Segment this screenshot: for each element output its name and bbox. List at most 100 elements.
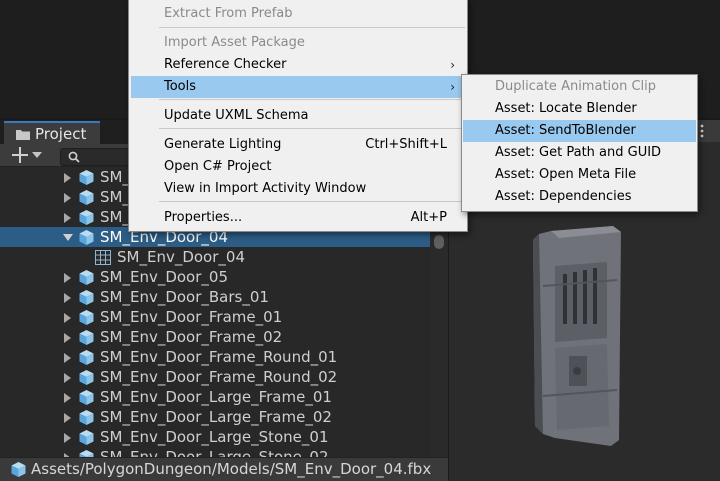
tree-row-label: SM_ xyxy=(100,188,130,206)
tree-row[interactable]: SM_Env_Door_Frame_02 xyxy=(0,327,430,347)
prefab-cube-icon xyxy=(79,430,94,445)
prefab-cube-icon xyxy=(79,330,94,345)
menu-item[interactable]: Update UXML Schema xyxy=(131,105,465,127)
menu-separator xyxy=(159,27,465,28)
menu-separator xyxy=(159,201,465,202)
menu-item[interactable]: View in Import Activity Window xyxy=(131,178,465,200)
context-menu: Extract From Prefab Import Asset Package R… xyxy=(128,0,468,232)
expand-arrow-icon[interactable] xyxy=(64,333,71,343)
prefab-cube-icon xyxy=(79,290,94,305)
prefab-cube-icon xyxy=(79,210,94,225)
tools-submenu: Duplicate Animation Clip Asset: Locate Bl… xyxy=(461,74,698,212)
expand-arrow-icon[interactable] xyxy=(64,313,71,323)
door-model-preview xyxy=(533,226,621,446)
prefab-cube-icon xyxy=(79,270,94,285)
prefab-cube-icon xyxy=(79,390,94,405)
menu-shortcut: Ctrl+Shift+L xyxy=(365,137,447,152)
project-tab[interactable]: Project xyxy=(4,121,100,144)
asset-path-text: Assets/PolygonDungeon/Models/SM_Env_Door… xyxy=(31,460,432,478)
menu-item-label: Open C# Project xyxy=(164,159,272,174)
tree-row[interactable]: SM_Env_Door_Large_Frame_01 xyxy=(0,387,430,407)
prefab-cube-icon xyxy=(79,230,94,245)
submenu-item-label: Asset: Dependencies xyxy=(495,189,632,204)
menu-item-label: Generate Lighting xyxy=(164,137,282,152)
submenu-item[interactable]: Asset: Locate Blender xyxy=(463,98,696,120)
submenu-item[interactable]: Asset: Open Meta File xyxy=(463,164,696,186)
prefab-cube-icon xyxy=(79,370,94,385)
tree-row-label: SM_ xyxy=(100,168,130,186)
expand-arrow-icon[interactable] xyxy=(64,433,71,443)
submenu-arrow-icon: › xyxy=(450,58,455,72)
menu-item[interactable]: Tools › xyxy=(131,76,465,98)
menu-separator xyxy=(159,128,465,129)
expand-arrow-icon[interactable] xyxy=(64,373,71,383)
tree-row-label: SM_Env_Door_Large_Stone_01 xyxy=(100,428,329,446)
submenu-item-label: Asset: SendToBlender xyxy=(495,123,636,138)
asset-path-bar: Assets/PolygonDungeon/Models/SM_Env_Door… xyxy=(0,457,448,481)
prefab-cube-icon xyxy=(79,190,94,205)
tree-row[interactable]: SM_Env_Door_Frame_Round_01 xyxy=(0,347,430,367)
tree-row[interactable]: SM_Env_Door_05 xyxy=(0,267,430,287)
search-icon xyxy=(68,151,80,163)
folder-icon xyxy=(16,130,30,140)
menu-item-label: Reference Checker xyxy=(164,57,287,72)
expand-arrow-icon[interactable] xyxy=(64,213,71,223)
tree-row-label: SM_Env_Door_Frame_Round_02 xyxy=(100,368,338,386)
tree-row[interactable]: SM_Env_Door_04 xyxy=(0,247,430,267)
menu-item[interactable]: Properties... Alt+P xyxy=(131,207,465,229)
menu-item-label: Extract From Prefab xyxy=(164,6,293,21)
submenu-item: Duplicate Animation Clip xyxy=(463,76,696,98)
tree-row[interactable]: SM_Env_Door_Large_Stone_02 xyxy=(0,447,430,457)
tree-row-label: SM_Env_Door_Frame_02 xyxy=(100,328,283,346)
menu-item[interactable]: Open C# Project xyxy=(131,156,465,178)
tree-row-label: SM_Env_Door_Bars_01 xyxy=(100,288,269,306)
menu-item-label: Properties... xyxy=(164,210,243,225)
submenu-item[interactable]: Asset: SendToBlender xyxy=(463,120,696,142)
menu-item-label: Update UXML Schema xyxy=(164,108,309,123)
tree-row-label: SM_Env_Door_Large_Frame_01 xyxy=(100,388,332,406)
menu-item[interactable]: Reference Checker › xyxy=(131,54,465,76)
tree-row[interactable]: SM_Env_Door_Frame_Round_02 xyxy=(0,367,430,387)
tree-row-label: SM_Env_Door_Large_Stone_02 xyxy=(100,448,329,457)
expand-arrow-icon[interactable] xyxy=(64,353,71,363)
submenu-arrow-icon: › xyxy=(450,80,455,94)
submenu-item-label: Asset: Locate Blender xyxy=(495,101,637,116)
prefab-cube-icon xyxy=(79,350,94,365)
tree-row-label: SM_Env_Door_Frame_Round_01 xyxy=(100,348,338,366)
tree-row[interactable]: SM_Env_Door_Frame_01 xyxy=(0,307,430,327)
expand-arrow-icon[interactable] xyxy=(64,173,71,183)
submenu-item-label: Duplicate Animation Clip xyxy=(495,79,657,94)
menu-item: Import Asset Package xyxy=(131,32,465,54)
submenu-item[interactable]: Asset: Dependencies xyxy=(463,186,696,208)
menu-item: Extract From Prefab xyxy=(131,3,465,25)
tree-row-label: SM_ xyxy=(100,208,130,226)
submenu-item-label: Asset: Get Path and GUID xyxy=(495,145,662,160)
menu-item[interactable]: Generate Lighting Ctrl+Shift+L xyxy=(131,134,465,156)
scrollbar-thumb[interactable] xyxy=(434,235,444,249)
chevron-down-icon[interactable] xyxy=(32,152,42,158)
menu-separator xyxy=(159,99,465,100)
plus-icon[interactable] xyxy=(12,147,28,163)
submenu-item[interactable]: Asset: Get Path and GUID xyxy=(463,142,696,164)
menu-shortcut: Alt+P xyxy=(410,210,447,225)
tree-row[interactable]: SM_Env_Door_Large_Stone_01 xyxy=(0,427,430,447)
more-options-icon[interactable] xyxy=(699,124,705,138)
tree-row[interactable]: SM_Env_Door_Bars_01 xyxy=(0,287,430,307)
expand-arrow-icon[interactable] xyxy=(64,193,71,203)
tree-row-label: SM_Env_Door_Frame_01 xyxy=(100,308,283,326)
prefab-cube-icon xyxy=(79,310,94,325)
menu-item-label: Import Asset Package xyxy=(164,35,305,50)
expand-arrow-icon[interactable] xyxy=(64,293,71,303)
prefab-cube-icon xyxy=(79,450,94,457)
expand-arrow-icon[interactable] xyxy=(64,393,71,403)
expand-arrow-icon[interactable] xyxy=(64,273,71,283)
tree-row[interactable]: SM_Env_Door_Large_Frame_02 xyxy=(0,407,430,427)
tree-row-label: SM_Env_Door_Large_Frame_02 xyxy=(100,408,332,426)
mesh-icon xyxy=(95,250,111,265)
expand-arrow-icon[interactable] xyxy=(64,413,71,423)
collapse-arrow-icon[interactable] xyxy=(63,234,73,241)
menu-item-label: View in Import Activity Window xyxy=(164,181,367,196)
prefab-cube-icon xyxy=(11,462,26,477)
project-tab-label: Project xyxy=(35,125,87,143)
menu-item-label: Tools xyxy=(164,79,197,94)
